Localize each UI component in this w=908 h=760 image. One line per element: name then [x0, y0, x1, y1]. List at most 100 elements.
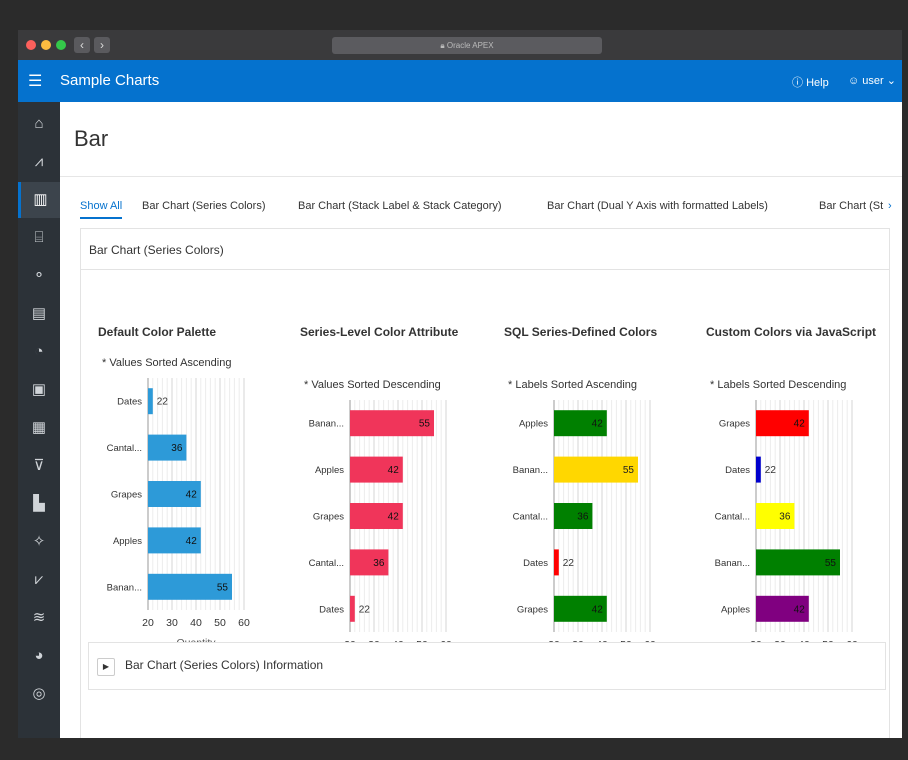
- minimize-window-button[interactable]: [41, 40, 51, 50]
- app-title[interactable]: Sample Charts: [60, 72, 159, 89]
- category-label: Grapes: [111, 490, 142, 501]
- sidebar-item-pie[interactable]: ◕: [18, 638, 60, 674]
- chart-3-subtitle: * Labels Sorted Ascending: [508, 379, 638, 391]
- data-label: 36: [779, 512, 791, 523]
- data-label: 22: [157, 397, 169, 408]
- chart-2-subtitle: * Values Sorted Descending: [304, 379, 441, 391]
- category-label: Banan...: [513, 465, 548, 476]
- sidebar-item-line[interactable]: ⩘: [18, 144, 60, 180]
- chart-3-title: SQL Series-Defined Colors: [504, 325, 658, 339]
- pyramid-icon: ⊽: [33, 457, 45, 474]
- chart-4-subtitle: * Labels Sorted Descending: [710, 379, 847, 391]
- sidebar-item-bubble[interactable]: ⚬: [18, 258, 60, 294]
- tab-series-colors[interactable]: Bar Chart (Series Colors): [142, 200, 265, 212]
- category-label: Apples: [721, 604, 750, 615]
- polar-icon: ✧: [32, 533, 46, 550]
- info-title: Bar Chart (Series Colors) Information: [125, 658, 324, 672]
- app-header: ☰ Sample Charts ⓘ Help ☺ user ⌄: [18, 60, 902, 102]
- browser-titlebar: ‹ › 🔒︎ Oracle APEX: [18, 30, 902, 60]
- data-label: 42: [388, 465, 400, 476]
- sidebar-item-range[interactable]: ≋: [18, 600, 60, 636]
- chart-default-color-palette: Dates 22 Cantal... 36 Grapes 42 Apples 42 Banan.…: [107, 378, 250, 649]
- user-menu[interactable]: ☺ user ⌄: [848, 74, 896, 87]
- sidebar-item-dial[interactable]: ◔: [18, 334, 60, 370]
- sidebar-item-funnel[interactable]: ▣: [18, 372, 60, 408]
- sidebar-item-pyramid[interactable]: ⊽: [18, 448, 60, 484]
- chart-1-title: Default Color Palette: [98, 325, 217, 339]
- data-label: 42: [388, 512, 400, 523]
- bar: [148, 388, 153, 415]
- tab-stack-label[interactable]: Bar Chart (Stack Label & Stack Category): [298, 200, 502, 212]
- browser-window: ‹ › 🔒︎ Oracle APEX ☰ Sample Charts ⓘ Hel…: [18, 30, 902, 738]
- tick-label: 30: [166, 617, 178, 629]
- dial-icon: ◔: [34, 343, 44, 360]
- sidebar-item-donut[interactable]: ◎: [18, 676, 60, 712]
- data-label: 42: [794, 604, 806, 615]
- category-label: Banan...: [715, 558, 750, 569]
- chart-1-subtitle: * Values Sorted Ascending: [102, 357, 232, 369]
- back-icon[interactable]: ‹: [74, 37, 90, 53]
- sidebar-item-area[interactable]: ⩗: [18, 562, 60, 598]
- maximize-window-button[interactable]: [56, 40, 66, 50]
- sidebar-item-polar[interactable]: ✧: [18, 524, 60, 560]
- address-bar[interactable]: 🔒︎ Oracle APEX: [332, 37, 602, 54]
- data-label: 55: [419, 419, 431, 430]
- category-label: Grapes: [313, 512, 344, 523]
- area-icon: ≋: [32, 609, 46, 626]
- category-label: Cantal...: [107, 443, 142, 454]
- user-icon: ☺: [848, 75, 860, 87]
- tab-show-all[interactable]: Show All: [80, 200, 123, 219]
- data-label: 42: [186, 536, 198, 547]
- bubble-icon: ⚬: [32, 267, 46, 284]
- menu-icon[interactable]: ☰: [28, 71, 42, 91]
- data-label: 42: [592, 604, 604, 615]
- chevron-right-icon[interactable]: ›: [888, 200, 892, 212]
- sidebar-item-gantt[interactable]: ▦: [18, 410, 60, 446]
- area-icon: ⩗: [34, 571, 44, 588]
- home-icon: ⌂: [34, 115, 44, 132]
- category-label: Cantal...: [309, 558, 344, 569]
- category-label: Cantal...: [715, 512, 750, 523]
- sidebar-item-home[interactable]: ⌂: [18, 106, 60, 142]
- funnel-icon: ▣: [31, 381, 47, 398]
- info-region: ▶ Bar Chart (Series Colors) Information: [88, 642, 886, 690]
- category-label: Banan...: [107, 582, 142, 593]
- category-label: Dates: [117, 397, 142, 408]
- data-label: 55: [623, 465, 635, 476]
- close-window-button[interactable]: [26, 40, 36, 50]
- category-label: Dates: [523, 558, 548, 569]
- category-label: Banan...: [309, 419, 344, 430]
- sidebar-item-stock[interactable]: ▙: [18, 486, 60, 522]
- chart-4-title: Custom Colors via JavaScript: [706, 325, 877, 339]
- data-label: 36: [171, 443, 183, 454]
- data-label: 42: [794, 419, 806, 430]
- forward-icon[interactable]: ›: [94, 37, 110, 53]
- line-chart-icon: ⩘: [34, 153, 44, 170]
- data-label: 36: [577, 512, 589, 523]
- region-title: Bar Chart (Series Colors): [89, 243, 224, 257]
- category-label: Dates: [319, 604, 344, 615]
- region-header: Bar Chart (Series Colors): [81, 229, 889, 270]
- help-icon: ⓘ: [792, 77, 803, 89]
- data-label: 42: [186, 490, 198, 501]
- category-label: Cantal...: [513, 512, 548, 523]
- sidebar-item-combo[interactable]: ▤: [18, 296, 60, 332]
- main-content: Bar Show All Bar Chart (Series Colors) B…: [60, 102, 902, 738]
- data-label: 22: [765, 465, 777, 476]
- bar-chart-icon: ▥: [33, 191, 48, 208]
- sidebar-item-bar[interactable]: ▥: [18, 182, 60, 218]
- lock-icon: 🔒︎: [440, 41, 445, 50]
- data-label: 55: [217, 582, 229, 593]
- category-label: Apples: [113, 536, 142, 547]
- tab-bar: Show All Bar Chart (Series Colors) Bar C…: [80, 200, 900, 224]
- sidebar: ⌂ ⩘ ▥ ⌸ ⚬ ▤ ◔ ▣ ▦ ⊽ ▙ ✧ ⩗ ≋ ◕ ◎: [18, 102, 60, 738]
- data-label: 22: [359, 604, 371, 615]
- sidebar-item-boxplot[interactable]: ⌸: [18, 220, 60, 256]
- stock-icon: ▙: [33, 495, 45, 512]
- expand-toggle[interactable]: ▶: [97, 658, 115, 676]
- tab-more[interactable]: Bar Chart (St: [819, 200, 883, 212]
- chart-2-title: Series-Level Color Attribute: [300, 325, 459, 339]
- data-label: 22: [563, 558, 575, 569]
- tab-dual-y-axis[interactable]: Bar Chart (Dual Y Axis with formatted La…: [547, 200, 768, 212]
- help-link[interactable]: ⓘ Help: [792, 74, 829, 90]
